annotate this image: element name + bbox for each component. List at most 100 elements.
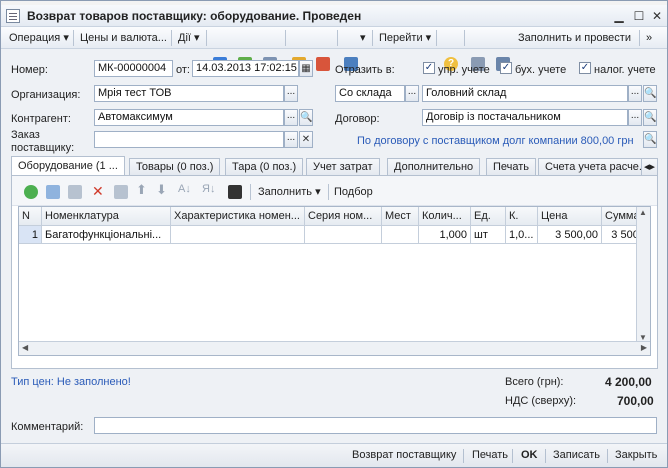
add-row-icon[interactable] [24,185,38,199]
prices-currency-button[interactable]: Цены и валюта... [80,30,167,46]
scroll-up-icon[interactable]: ▲ [639,208,647,217]
warehouse-field[interactable]: Головний склад [422,85,628,102]
organization-label: Организация: [11,89,81,101]
table-cell-nomenclature[interactable]: Багатофункціональні... [42,226,171,244]
toolbar-separator [328,184,329,200]
sort-asc-icon[interactable]: A↓ [178,183,191,195]
barcode-icon[interactable] [228,185,242,199]
toolbar-more-icon[interactable]: » [646,30,652,46]
actions-menu[interactable]: Дії ▾ [178,30,200,46]
vertical-scrollbar[interactable]: ▲ ▼ [636,207,650,343]
column-header[interactable]: Характеристика номен... [171,207,305,226]
column-header[interactable]: Ед. [471,207,506,226]
table-row-number[interactable]: 1 [19,226,42,244]
scroll-left-icon[interactable]: ◀ [22,343,28,352]
contractor-field[interactable]: Автомаксимум [94,109,284,126]
table-cell-unit[interactable]: шт [471,226,506,244]
debt-info-icon[interactable]: 🔍 [643,131,657,148]
tab-equipment[interactable]: Оборудование (1 ... [11,156,125,176]
contract-open-icon[interactable]: 🔍 [643,109,657,126]
close-icon[interactable]: ✕ [649,8,665,24]
move-down-icon[interactable]: ⬇ [156,182,167,198]
table-cell-characteristic[interactable] [171,226,305,244]
warehouse-open-icon[interactable]: 🔍 [643,85,657,102]
date-from-label: от: [176,64,190,76]
horizontal-scrollbar[interactable]: ◀ ▶ [19,341,650,355]
move-up-icon[interactable]: ⬆ [136,182,147,198]
report-icon[interactable] [316,57,330,71]
column-header[interactable]: Серия ном... [305,207,382,226]
return-to-supplier-button[interactable]: Возврат поставщику [352,449,456,461]
minimize-icon[interactable]: ▁ [611,8,627,24]
chevron-down-icon[interactable]: ▾ [360,30,366,46]
warehouse-type-select-button[interactable]: ... [405,85,419,102]
toolbar-separator [206,30,207,46]
warehouse-type-field[interactable]: Со склада [335,85,405,102]
date-field[interactable]: 14.03.2013 17:02:15 [192,60,299,77]
copy-row-icon[interactable] [46,185,60,199]
organization-field[interactable]: Мрія тест ТОВ [94,85,284,102]
operation-menu[interactable]: Операция ▾ [9,30,69,46]
sort-desc-icon[interactable]: Я↓ [202,183,215,195]
window-title: Возврат товаров поставщику: оборудование… [27,9,362,23]
fill-menu[interactable]: Заполнить ▾ [258,184,321,200]
toolbar-separator [337,30,338,46]
order-field[interactable] [94,131,284,148]
tab-goods[interactable]: Товары (0 поз.) [129,158,221,176]
fill-and-post-button[interactable]: Заполнить и провести [518,30,631,46]
scroll-right-icon[interactable]: ▶ [641,343,647,352]
delete-row-icon[interactable]: ✕ [92,183,104,200]
tab-settlement-accounts[interactable]: Счета учета расче... [538,158,656,176]
warehouse-select-button[interactable]: ... [628,85,642,102]
price-type-link[interactable]: Тип цен: Не заполнено! [11,376,131,388]
end-edit-icon[interactable] [114,185,128,199]
ok-button[interactable]: OK [521,449,538,461]
calendar-icon[interactable]: ▦ [299,60,313,77]
goto-label: Перейти [379,32,423,44]
tab-scroll-icon[interactable]: ◂▸ [641,158,659,176]
tab-cost-accounting[interactable]: Учет затрат [306,158,380,176]
order-select-button[interactable]: ... [284,131,298,148]
contractor-select-button[interactable]: ... [284,109,298,126]
column-header[interactable]: N [19,207,42,226]
table-cell-quantity[interactable]: 1,000 [419,226,471,244]
table-cell-coefficient[interactable]: 1,0... [506,226,538,244]
number-field[interactable]: МК-00000004 [94,60,173,77]
print-button[interactable]: Печать [472,449,508,461]
contract-select-button[interactable]: ... [628,109,642,126]
comment-field[interactable] [94,417,657,434]
document-window: Возврат товаров поставщику: оборудование… [0,0,668,468]
close-button[interactable]: Закрыть [615,449,657,461]
tab-containers[interactable]: Тара (0 поз.) [225,158,304,176]
checkbox-mgmt[interactable]: ✓ [423,62,435,74]
order-label-line2: поставщику: [11,142,75,154]
save-button[interactable]: Записать [553,449,600,461]
contract-field[interactable]: Договір із постачальником [422,109,628,126]
title-bar: Возврат товаров поставщику: оборудование… [1,5,667,27]
checkbox-acc[interactable]: ✓ [500,62,512,74]
column-header[interactable]: К. [506,207,538,226]
contract-label: Договор: [335,113,380,125]
pick-button[interactable]: Подбор [334,184,373,200]
toolbar-separator [250,184,251,200]
column-header[interactable]: Колич... [419,207,471,226]
maximize-icon[interactable]: ☐ [631,8,647,24]
goto-menu[interactable]: Перейти ▾ [379,30,431,46]
column-header[interactable]: Мест [382,207,419,226]
clear-icon[interactable]: ✕ [299,131,313,148]
debt-info-link[interactable]: По договору с поставщиком долг компании … [357,135,634,147]
column-header[interactable]: Номенклатура [42,207,171,226]
table-cell-places[interactable] [382,226,419,244]
equipment-table[interactable]: N Номенклатура Характеристика номен... С… [18,206,651,356]
reflect-label: Отразить в: [335,64,395,76]
table-cell-series[interactable] [305,226,382,244]
contractor-open-icon[interactable]: 🔍 [299,109,313,126]
checkbox-tax[interactable]: ✓ [579,62,591,74]
number-label: Номер: [11,64,48,76]
table-cell-price[interactable]: 3 500,00 [538,226,602,244]
column-header[interactable]: Цена [538,207,602,226]
tab-print[interactable]: Печать [486,158,537,176]
tab-additional[interactable]: Дополнительно [387,158,481,176]
organization-select-button[interactable]: ... [284,85,298,102]
edit-row-icon[interactable] [68,185,82,199]
